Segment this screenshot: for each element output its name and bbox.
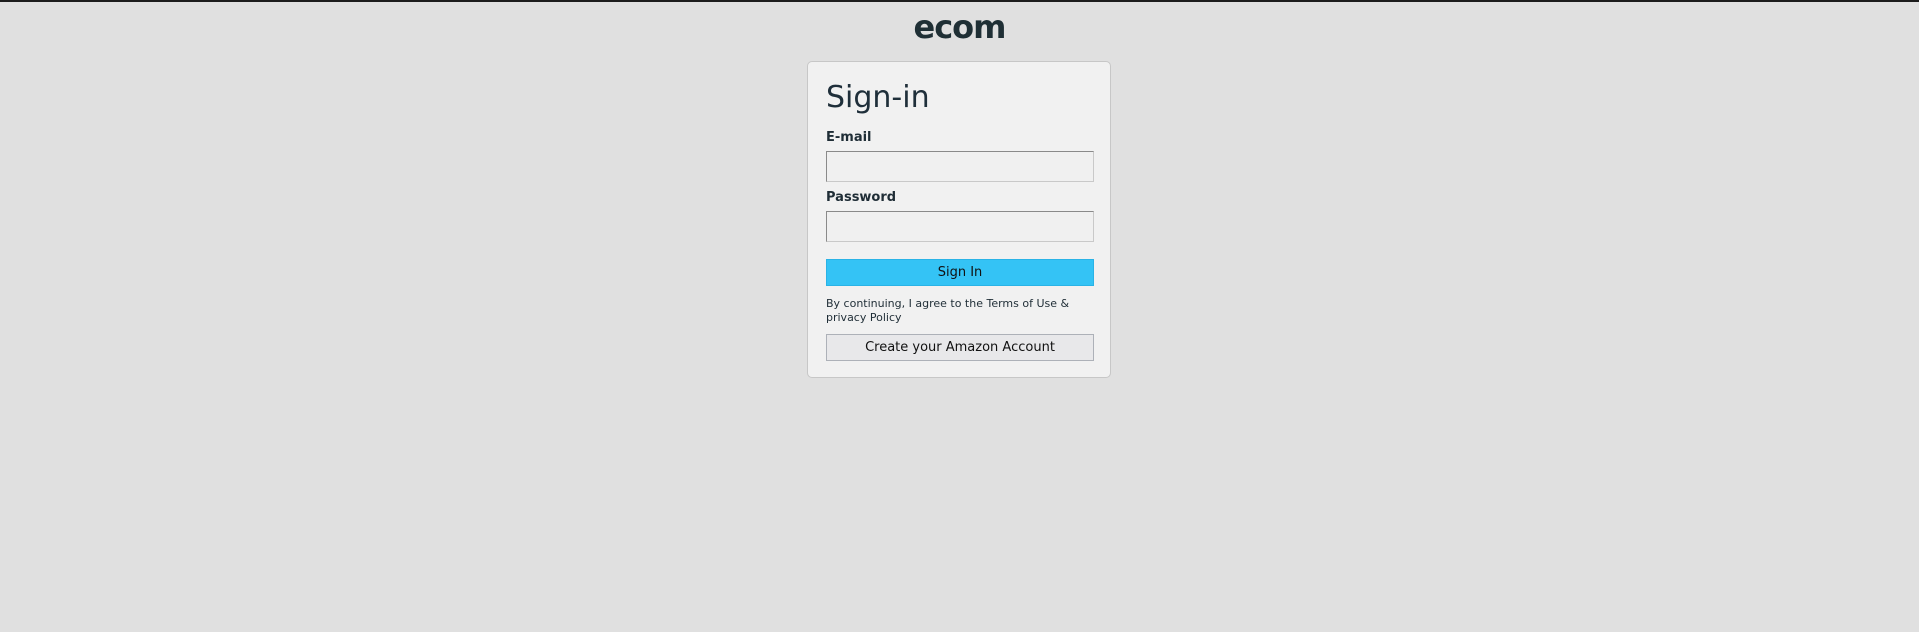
password-label: Password [826, 190, 897, 205]
create-account-button[interactable]: Create your Amazon Account [826, 334, 1094, 361]
page-title: Sign-in [826, 80, 930, 115]
signin-card: Sign-in E-mail Password Sign In By conti… [807, 61, 1111, 378]
sign-in-button[interactable]: Sign In [826, 259, 1094, 286]
top-border [0, 0, 1919, 2]
password-field[interactable] [826, 211, 1094, 242]
terms-text: By continuing, I agree to the Terms of U… [826, 297, 1070, 324]
email-label: E-mail [826, 130, 872, 145]
email-field[interactable] [826, 151, 1094, 182]
brand-logo[interactable]: ecom [0, 8, 1919, 46]
